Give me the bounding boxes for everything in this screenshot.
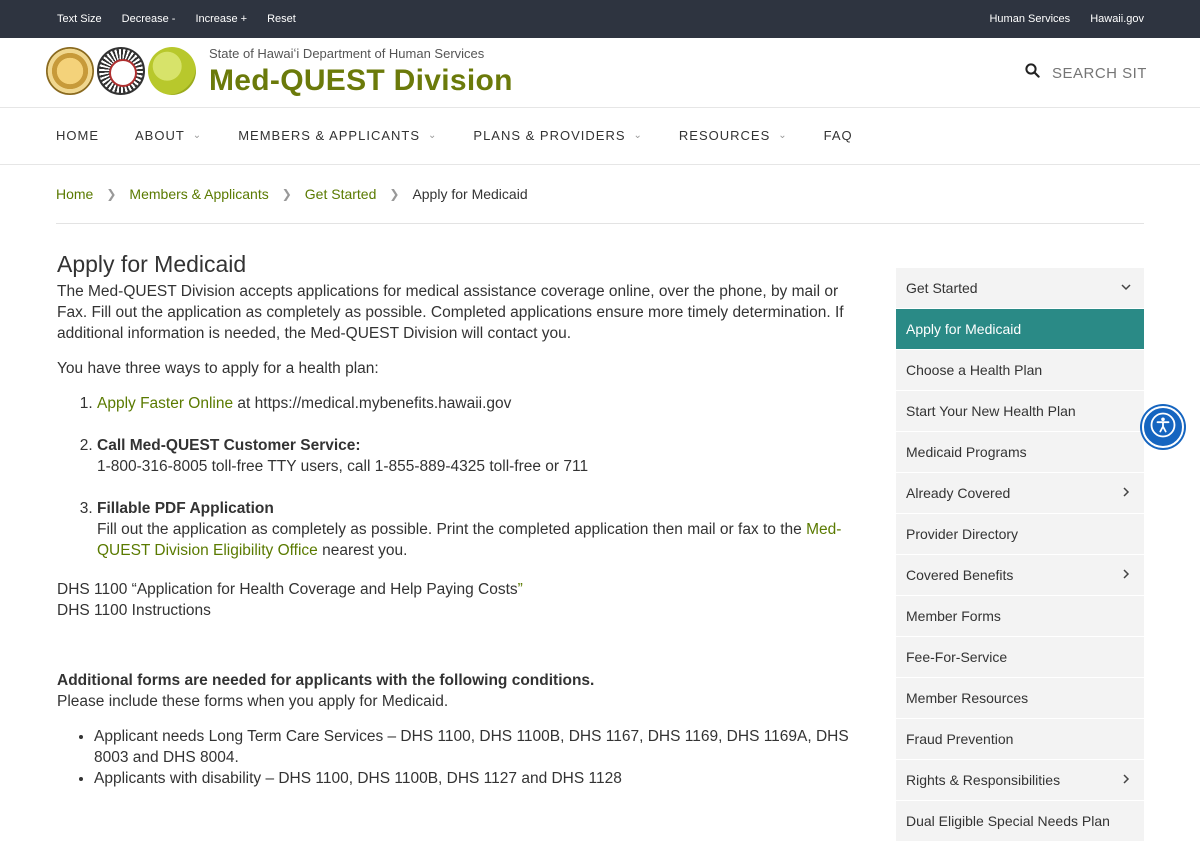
sidebar-item-fraud-prevention[interactable]: Fraud Prevention — [896, 719, 1144, 760]
section-sidebar: Get Started Apply for Medicaid Choose a … — [896, 268, 1144, 842]
chevron-down-icon: ⌄ — [633, 130, 643, 141]
division-title[interactable]: Med-QUEST Division — [209, 64, 513, 98]
list-item: Applicant needs Long Term Care Services … — [94, 726, 867, 768]
main-content: Apply for Medicaid The Med-QUEST Divisio… — [57, 250, 867, 789]
human-services-link[interactable]: Human Services — [989, 13, 1070, 25]
state-seal-logo[interactable] — [46, 47, 94, 95]
apply-online-url: at https://medical.mybenefits.hawaii.gov — [233, 395, 512, 412]
nav-item-plans-providers[interactable]: PLANS & PROVIDERS ⌄ — [473, 128, 643, 143]
text-size-controls: Text Size Decrease - Increase + Reset — [57, 13, 316, 25]
chevron-down-icon: ⌄ — [192, 130, 203, 141]
site-header: State of Hawaiʻi Department of Human Ser… — [0, 38, 1200, 108]
sidebar-item-member-resources[interactable]: Member Resources — [896, 678, 1144, 719]
increase-text-button[interactable]: Increase + — [195, 13, 247, 25]
hawaii-gov-link[interactable]: Hawaii.gov — [1090, 13, 1144, 25]
nav-item-faq[interactable]: FAQ — [824, 128, 853, 143]
search-input[interactable] — [1052, 64, 1146, 82]
nav-item-home[interactable]: HOME — [56, 128, 99, 143]
search-icon[interactable] — [1025, 63, 1052, 83]
call-service-numbers: 1-800-316-8005 toll-free TTY users, call… — [97, 458, 589, 475]
chevron-right-icon[interactable] — [1120, 485, 1132, 501]
main-nav: HOME ABOUT ⌄ MEMBERS & APPLICANTS ⌄ PLANS … — [0, 108, 1200, 165]
nav-item-members-applicants[interactable]: MEMBERS & APPLICANTS ⌄ — [238, 128, 437, 143]
pdf-application-text: Fill out the application as completely a… — [97, 521, 807, 538]
pdf-application-tail: nearest you. — [317, 542, 408, 559]
sidebar-item-dual-eligible[interactable]: Dual Eligible Special Needs Plan — [896, 801, 1144, 842]
intro-paragraph: The Med-QUEST Division accepts applicati… — [57, 283, 844, 342]
nav-item-about[interactable]: ABOUT ⌄ — [135, 128, 202, 143]
breadcrumb-home[interactable]: Home — [56, 186, 93, 202]
divider — [56, 223, 1144, 224]
sidebar-item-apply-medicaid[interactable]: Apply for Medicaid — [896, 309, 1144, 350]
dhs1100-link-line: DHS 1100 “Application for Health Coverag… — [57, 579, 867, 600]
chevron-right-icon[interactable] — [1120, 567, 1132, 583]
chevron-right-icon: ❯ — [106, 187, 117, 201]
pdf-application-title: Fillable PDF Application — [97, 500, 274, 517]
department-name: State of Hawaiʻi Department of Human Ser… — [209, 46, 485, 61]
sidebar-item-covered-benefits[interactable]: Covered Benefits — [896, 555, 1144, 596]
sidebar-item-fee-for-service[interactable]: Fee-For-Service — [896, 637, 1144, 678]
conditions-list: Applicant needs Long Term Care Services … — [94, 726, 867, 789]
chevron-right-icon[interactable] — [1120, 772, 1132, 788]
chevron-right-icon: ❯ — [281, 187, 292, 201]
dhs1100-application-link[interactable]: DHS 1100 “Application for Health Coverag… — [57, 581, 518, 598]
sidebar-item-choose-health-plan[interactable]: Choose a Health Plan — [896, 350, 1144, 391]
external-links: Human Services Hawaii.gov — [969, 13, 1144, 25]
ways-heading: You have three ways to apply for a healt… — [57, 360, 379, 377]
list-item: Apply Faster Online at https://medical.m… — [97, 393, 867, 414]
sidebar-item-already-covered[interactable]: Already Covered — [896, 473, 1144, 514]
site-search — [1025, 63, 1146, 83]
chevron-down-icon: ⌄ — [778, 130, 788, 141]
list-item: Fillable PDF Application Fill out the ap… — [97, 498, 867, 561]
sidebar-item-medicaid-programs[interactable]: Medicaid Programs — [896, 432, 1144, 473]
list-item: Applicants with disability – DHS 1100, D… — [94, 768, 867, 789]
list-item: Call Med-QUEST Customer Service: 1-800-3… — [97, 435, 867, 477]
breadcrumb-members[interactable]: Members & Applicants — [129, 186, 268, 202]
page-title: Apply for Medicaid — [57, 251, 247, 277]
additional-forms-subtext: Please include these forms when you appl… — [57, 693, 449, 710]
sidebar-item-provider-directory[interactable]: Provider Directory — [896, 514, 1144, 555]
accessibility-icon — [1150, 412, 1176, 443]
decrease-text-button[interactable]: Decrease - — [122, 13, 176, 25]
sidebar-item-rights-responsibilities[interactable]: Rights & Responsibilities — [896, 760, 1144, 801]
sidebar-item-start-new-plan[interactable]: Start Your New Health Plan — [896, 391, 1144, 432]
accessibility-button[interactable] — [1142, 406, 1184, 448]
chevron-right-icon: ❯ — [389, 187, 400, 201]
apply-online-link[interactable]: Apply Faster Online — [97, 395, 233, 412]
nav-item-resources[interactable]: RESOURCES ⌄ — [679, 128, 788, 143]
apply-methods-list: Apply Faster Online at https://medical.m… — [97, 393, 867, 561]
chevron-down-icon: ⌄ — [428, 130, 438, 141]
call-service-title: Call Med-QUEST Customer Service: — [97, 437, 361, 454]
dhs1100-quote[interactable]: ” — [518, 581, 523, 598]
utility-bar: Text Size Decrease - Increase + Reset Hu… — [0, 0, 1200, 38]
sidebar-item-member-forms[interactable]: Member Forms — [896, 596, 1144, 637]
breadcrumb-current: Apply for Medicaid — [412, 186, 528, 202]
additional-forms-heading: Additional forms are needed for applican… — [57, 672, 595, 689]
med-quest-logo[interactable] — [148, 47, 196, 95]
sidebar-item-get-started[interactable]: Get Started — [896, 268, 1144, 309]
breadcrumb: Home ❯ Members & Applicants ❯ Get Starte… — [56, 186, 528, 202]
breadcrumb-get-started[interactable]: Get Started — [305, 186, 377, 202]
chevron-down-icon[interactable] — [1120, 280, 1132, 296]
dhs-seal-logo[interactable] — [97, 47, 145, 95]
reset-text-button[interactable]: Reset — [267, 13, 296, 25]
dhs1100-instructions-link[interactable]: DHS 1100 Instructions — [57, 600, 867, 621]
text-size-label: Text Size — [57, 13, 102, 25]
